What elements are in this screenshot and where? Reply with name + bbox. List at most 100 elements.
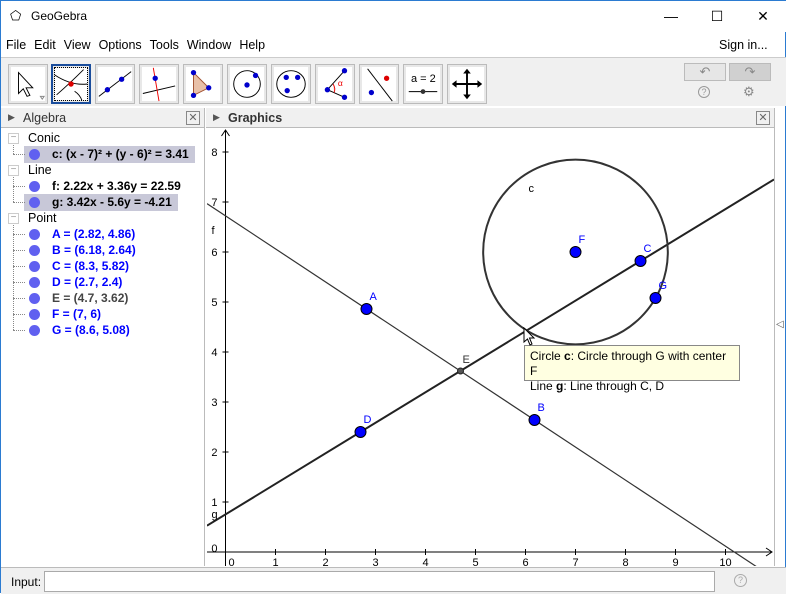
menu-window[interactable]: Window <box>182 34 234 52</box>
algebra-view: ▶ Algebra ✕ − Conic c: (x - 7)² + (y - 6)²… <box>1 108 205 566</box>
menu-file[interactable]: File <box>1 34 29 52</box>
slider-label: a = 2 <box>411 73 436 85</box>
tool-circle-three-points[interactable] <box>271 64 311 104</box>
point-D <box>354 426 367 438</box>
group-point: Point <box>28 211 57 225</box>
tooltip: Circle c: Circle through G with center F… <box>524 345 740 393</box>
visibility-toggle-icon[interactable] <box>29 245 40 256</box>
point-label: F <box>579 234 586 246</box>
menu-tools[interactable]: Tools <box>145 34 182 52</box>
point-B <box>528 414 541 426</box>
undo-button[interactable]: ↶ <box>684 63 726 81</box>
visibility-toggle-icon[interactable] <box>29 149 40 160</box>
tree-connector <box>13 330 25 331</box>
x-tick-label: 0 <box>228 557 234 566</box>
tool-polygon[interactable] <box>183 64 223 104</box>
point-A <box>360 303 373 315</box>
algebra-item[interactable]: c: (x - 7)² + (y - 6)² = 3.41 <box>24 146 195 163</box>
algebra-item[interactable]: f: 2.22x + 3.36y = 22.59 <box>24 178 187 195</box>
menu-edit[interactable]: Edit <box>29 34 59 52</box>
algebra-item[interactable]: A = (2.82, 4.86) <box>24 226 141 243</box>
side-panel-toggle-icon[interactable]: ◁ <box>776 319 784 330</box>
visibility-toggle-icon[interactable] <box>29 293 40 304</box>
input-field[interactable] <box>44 571 715 592</box>
algebra-item[interactable]: E = (4.7, 3.62) <box>24 290 134 307</box>
algebra-item[interactable]: C = (8.3, 5.82) <box>24 258 135 275</box>
visibility-toggle-icon[interactable] <box>29 277 40 288</box>
visibility-toggle-icon[interactable] <box>29 309 40 320</box>
algebra-item[interactable]: F = (7, 6) <box>24 306 107 323</box>
menu-help[interactable]: Help <box>234 34 268 52</box>
point-label: D <box>364 414 372 426</box>
tool-move[interactable] <box>8 64 48 104</box>
collapse-group-icon[interactable]: − <box>8 165 19 176</box>
collapse-group-icon[interactable]: − <box>8 133 19 144</box>
svg-text:α: α <box>338 78 343 88</box>
mouse-cursor-icon <box>523 327 536 346</box>
x-tick-label: 6 <box>522 557 528 566</box>
y-tick-label: 2 <box>211 447 217 459</box>
point-label: G <box>659 280 668 292</box>
algebra-item[interactable]: D = (2.7, 2.4) <box>24 274 128 291</box>
minimize-button[interactable]: — <box>648 1 694 31</box>
y-tick-label: 0 <box>211 543 217 555</box>
tree-connector <box>13 314 25 315</box>
window-title: GeoGebra <box>31 9 88 23</box>
geogebra-logo-icon: ⬠ <box>10 8 22 23</box>
tooltip-line-1: Circle c: Circle through G with center F <box>530 349 727 378</box>
menu-options[interactable]: Options <box>94 34 145 52</box>
collapse-triangle-icon[interactable]: ▶ <box>213 112 220 123</box>
algebra-item[interactable]: g: 3.42x - 5.6y = -4.21 <box>24 194 178 211</box>
tree-connector <box>13 250 25 251</box>
collapse-group-icon[interactable]: − <box>8 213 19 224</box>
circle-three-points-icon <box>276 70 306 98</box>
visibility-toggle-icon[interactable] <box>29 325 40 336</box>
point-G <box>649 292 662 304</box>
graphics-header: ▶ Graphics ✕ <box>206 108 774 128</box>
menu-bar: File Edit View Options Tools Window Help Sign … <box>1 34 786 56</box>
y-tick-label: 4 <box>211 347 217 359</box>
visibility-toggle-icon[interactable] <box>29 181 40 192</box>
tool-perpendicular-line[interactable] <box>139 64 179 104</box>
settings-gear-icon[interactable]: ⚙ <box>743 84 755 100</box>
reflect-icon <box>367 68 393 102</box>
tool-slider[interactable]: a = 2 <box>403 64 443 104</box>
algebra-item[interactable]: G = (8.6, 5.08) <box>24 322 136 339</box>
tool-intersect[interactable] <box>51 64 91 104</box>
input-label: Input: <box>11 575 42 589</box>
tool-line[interactable] <box>95 64 135 104</box>
x-tick-label: 9 <box>672 557 678 566</box>
visibility-toggle-icon[interactable] <box>29 229 40 240</box>
menu-view[interactable]: View <box>59 34 94 52</box>
y-tick-label: 8 <box>211 147 217 159</box>
tool-reflect[interactable] <box>359 64 399 104</box>
line-icon <box>98 71 132 97</box>
input-bar: Input: ? <box>1 567 786 594</box>
point-label: E <box>463 354 470 366</box>
collapse-triangle-icon[interactable]: ▶ <box>8 112 15 123</box>
x-tick-label: 4 <box>422 557 428 566</box>
y-tick-label: 3 <box>211 397 217 409</box>
tool-move-graphics-view[interactable] <box>447 64 487 104</box>
redo-button[interactable]: ↷ <box>729 63 771 81</box>
tool-angle[interactable]: α <box>315 64 355 104</box>
algebra-item[interactable]: B = (6.18, 2.64) <box>24 242 142 259</box>
x-tick-label: 10 <box>719 557 731 566</box>
close-algebra-icon[interactable]: ✕ <box>186 111 200 125</box>
maximize-button[interactable]: ☐ <box>694 1 740 31</box>
visibility-toggle-icon[interactable] <box>29 261 40 272</box>
close-button[interactable]: ✕ <box>740 1 786 31</box>
algebra-header: ▶ Algebra ✕ <box>1 108 204 128</box>
group-conic: Conic <box>28 131 60 145</box>
tool-circle-center-point[interactable] <box>227 64 267 104</box>
input-help-icon[interactable]: ? <box>734 574 747 587</box>
visibility-toggle-icon[interactable] <box>29 197 40 208</box>
y-tick-label: 6 <box>211 247 217 259</box>
perpendicular-line-icon <box>142 67 176 102</box>
circle-label: c <box>529 183 535 195</box>
close-graphics-icon[interactable]: ✕ <box>756 111 770 125</box>
sign-in-link[interactable]: Sign in... <box>719 38 768 52</box>
help-icon[interactable]: ? <box>698 86 710 98</box>
tree-connector <box>13 298 25 299</box>
tree-connector <box>13 186 25 187</box>
